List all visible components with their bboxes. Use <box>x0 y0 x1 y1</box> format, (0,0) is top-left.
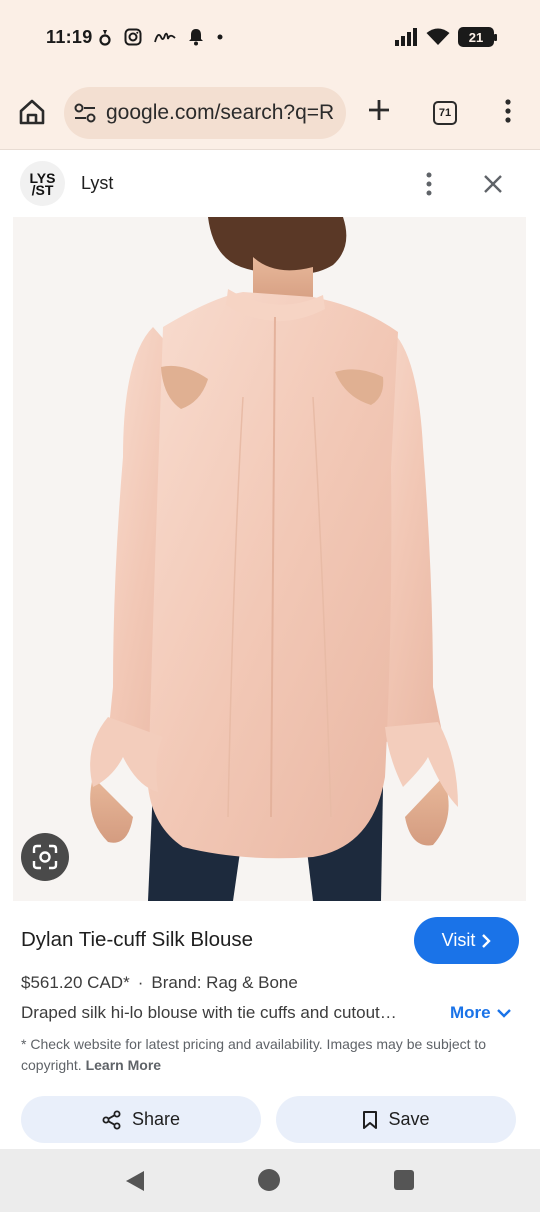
chevron-down-icon <box>496 1009 511 1018</box>
share-label: Share <box>131 1109 181 1129</box>
new-tab-button[interactable] <box>364 95 394 125</box>
plus-icon <box>369 100 389 120</box>
dot-icon <box>217 34 223 40</box>
source-logo[interactable]: LYS /ST <box>20 161 65 206</box>
lens-icon <box>32 844 58 870</box>
more-label: More <box>450 1003 491 1022</box>
home-icon <box>19 99 45 125</box>
status-time: 11:19 <box>46 27 93 47</box>
google-lens-button[interactable] <box>21 833 69 881</box>
status-bar: 11:19 21 <box>0 0 540 78</box>
recents-icon[interactable] <box>394 1170 414 1190</box>
separator: · <box>137 973 144 992</box>
battery-icon: 21 <box>458 27 497 47</box>
home-nav-icon[interactable] <box>258 1169 280 1191</box>
battery-level: 21 <box>468 29 484 45</box>
close-icon <box>484 175 502 193</box>
status-system-icons: 21 <box>394 27 497 47</box>
home-button[interactable] <box>14 94 50 130</box>
app-icon <box>154 32 176 43</box>
signal-icon <box>395 28 417 46</box>
blouse-illustration <box>90 217 458 901</box>
status-notification-icons <box>98 28 224 46</box>
wifi-icon <box>426 28 450 45</box>
source-options-button[interactable] <box>418 169 440 199</box>
visit-button[interactable]: Visit <box>414 917 519 964</box>
product-price: $561.20 CAD* <box>21 973 130 992</box>
source-name[interactable]: Lyst <box>81 173 113 194</box>
save-button[interactable]: Save <box>276 1096 516 1143</box>
product-image[interactable] <box>13 217 526 901</box>
close-button[interactable] <box>478 169 508 199</box>
site-settings-icon[interactable] <box>74 103 96 123</box>
product-description: Draped silk hi-lo blouse with tie cuffs … <box>21 1003 397 1022</box>
bookmark-icon <box>363 1110 378 1129</box>
product-brand: Brand: Rag & Bone <box>151 973 298 992</box>
browser-menu-button[interactable] <box>498 96 518 126</box>
more-vert-icon <box>505 99 511 123</box>
tab-switcher-button[interactable]: 71 <box>433 101 457 125</box>
learn-more-link[interactable]: Learn More <box>86 1057 161 1073</box>
source-header: LYS /ST Lyst <box>0 151 540 217</box>
more-button[interactable]: More <box>450 1003 511 1023</box>
system-nav-bar <box>0 1149 540 1212</box>
save-label: Save <box>388 1109 430 1129</box>
product-image-area <box>0 217 540 901</box>
bell-icon <box>189 29 203 46</box>
omnibox[interactable]: google.com/search?q=R <box>64 87 346 139</box>
visit-label: Visit <box>441 930 476 950</box>
instagram-icon <box>124 28 142 46</box>
logo-line-2: /ST <box>31 181 54 198</box>
notification-icon <box>99 30 111 46</box>
tab-count: 71 <box>438 107 452 119</box>
browser-toolbar: google.com/search?q=R 71 <box>0 78 540 150</box>
disclaimer: * Check website for latest pricing and a… <box>21 1034 501 1076</box>
url-text[interactable]: google.com/search?q=R <box>106 101 334 125</box>
chevron-right-icon <box>482 933 492 948</box>
product-title[interactable]: Dylan Tie-cuff Silk Blouse <box>21 928 253 952</box>
back-icon[interactable] <box>124 1170 146 1192</box>
share-button[interactable]: Share <box>21 1096 261 1143</box>
price-row: $561.20 CAD* · Brand: Rag & Bone <box>21 973 298 993</box>
share-icon <box>102 1110 121 1129</box>
more-vert-icon <box>426 172 432 196</box>
